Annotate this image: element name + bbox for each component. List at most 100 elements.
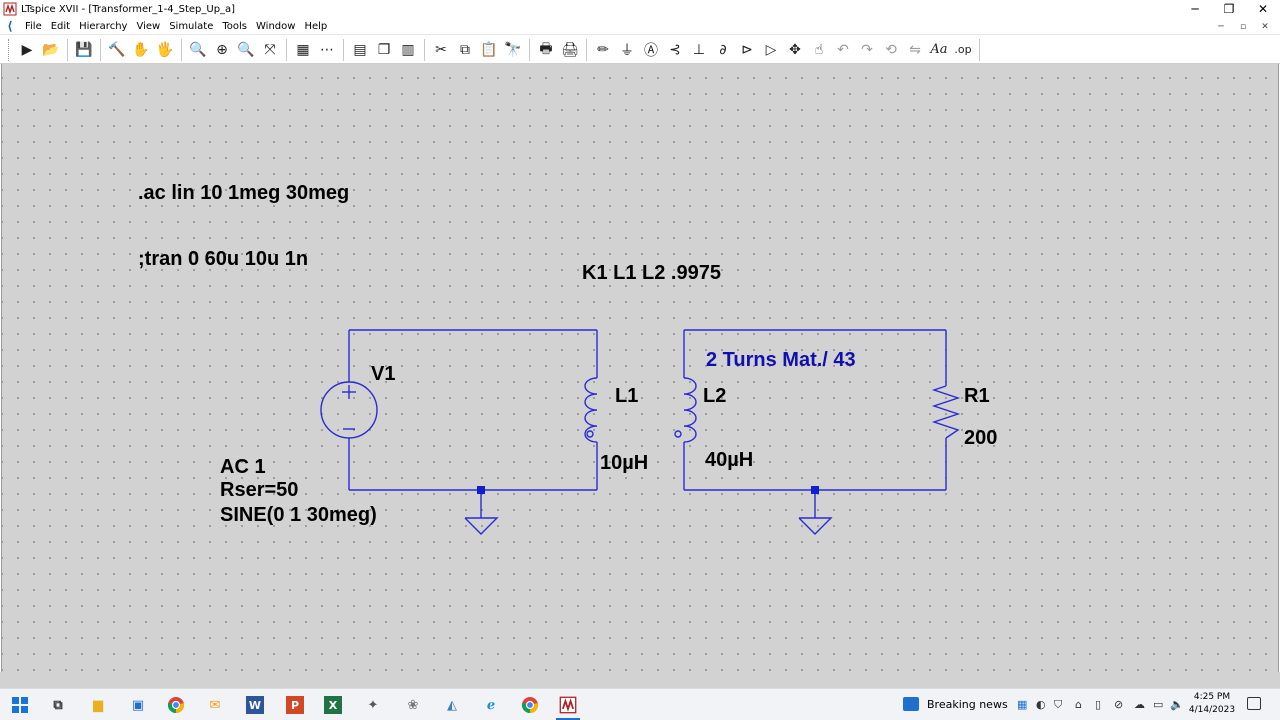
v1-ac-label[interactable]: AC 1 bbox=[220, 456, 266, 478]
tile-horizontal-icon[interactable]: ▤ bbox=[348, 38, 372, 62]
tray-app-icon[interactable]: ⌂ bbox=[1075, 698, 1082, 711]
l2-name-label[interactable]: L2 bbox=[703, 385, 726, 407]
app-icon-9[interactable]: ❀ bbox=[401, 693, 425, 717]
ground-icon[interactable]: ⏚ bbox=[615, 38, 639, 62]
move-icon[interactable]: ✥ bbox=[783, 38, 807, 62]
l2-value-label[interactable]: 40µH bbox=[705, 449, 753, 471]
rotate-icon[interactable]: ⟲ bbox=[879, 38, 903, 62]
app-icon-8[interactable]: ✦ bbox=[361, 693, 385, 717]
task-view-icon[interactable]: ⧉ bbox=[46, 693, 70, 717]
menu-file[interactable]: File bbox=[25, 21, 42, 32]
diode-icon[interactable]: ⊳ bbox=[735, 38, 759, 62]
menu-window[interactable]: Window bbox=[256, 21, 295, 32]
tray-app-icon[interactable]: ◐ bbox=[1036, 698, 1046, 711]
redo-icon[interactable]: ↷ bbox=[855, 38, 879, 62]
text-icon[interactable]: Aa bbox=[927, 38, 951, 62]
zoom-out-icon[interactable]: 🔍 bbox=[234, 38, 258, 62]
excel-icon[interactable]: X bbox=[324, 696, 342, 714]
halt-icon[interactable]: ✋ bbox=[129, 38, 153, 62]
l1-value-label[interactable]: 10µH bbox=[600, 452, 648, 474]
cut-icon[interactable]: ✂ bbox=[429, 38, 453, 62]
autorange-icon[interactable]: ▦ bbox=[291, 38, 315, 62]
tran-directive[interactable]: ;tran 0 60u 10u 1n bbox=[138, 248, 308, 270]
zoom-area-icon[interactable]: ⊕ bbox=[210, 38, 234, 62]
tile-vertical-icon[interactable]: ▥ bbox=[396, 38, 420, 62]
primary-wires[interactable] bbox=[348, 329, 598, 491]
zoom-in-icon[interactable]: 🔍 bbox=[186, 38, 210, 62]
ground-symbol-primary[interactable] bbox=[464, 490, 499, 535]
tray-network-icon[interactable]: ▭ bbox=[1153, 698, 1163, 711]
run-icon[interactable]: ▶ bbox=[15, 38, 39, 62]
news-widget[interactable]: Breaking news bbox=[927, 698, 1008, 711]
v1-name-label[interactable]: V1 bbox=[371, 363, 395, 385]
cascade-icon[interactable]: ❐ bbox=[372, 38, 396, 62]
outlook-icon[interactable]: ✉ bbox=[203, 693, 227, 717]
coupling-directive[interactable]: K1 L1 L2 .9975 bbox=[582, 262, 721, 284]
inductor-l1[interactable] bbox=[584, 377, 598, 443]
mdi-document-icon[interactable]: ⟨ bbox=[3, 19, 17, 33]
label-net-icon[interactable]: Ⓐ bbox=[639, 38, 663, 62]
resistor-r1[interactable] bbox=[931, 385, 961, 439]
r1-value-label[interactable]: 200 bbox=[964, 427, 997, 449]
l1-name-label[interactable]: L1 bbox=[615, 385, 638, 407]
component-icon[interactable]: ▷ bbox=[759, 38, 783, 62]
r1-name-label[interactable]: R1 bbox=[964, 385, 990, 407]
schematic-canvas[interactable]: .ac lin 10 1meg 30meg ;tran 0 60u 10u 1n… bbox=[1, 64, 1279, 672]
tray-app-icon[interactable]: ▦ bbox=[1017, 698, 1027, 711]
menu-hierarchy[interactable]: Hierarchy bbox=[79, 21, 127, 32]
ltspice-taskbar-icon[interactable] bbox=[556, 693, 580, 717]
app-icon-10[interactable]: ◭ bbox=[440, 693, 464, 717]
paste-icon[interactable]: 📋 bbox=[477, 38, 501, 62]
pan-icon[interactable]: 🖐 bbox=[153, 38, 177, 62]
undo-icon[interactable]: ↶ bbox=[831, 38, 855, 62]
toolbar-grip[interactable] bbox=[8, 38, 11, 61]
edge-icon[interactable]: ℯ bbox=[479, 693, 503, 717]
save-icon[interactable]: 💾 bbox=[72, 38, 96, 62]
menu-simulate[interactable]: Simulate bbox=[169, 21, 213, 32]
notification-icon[interactable] bbox=[1247, 697, 1261, 710]
windows-start-icon[interactable] bbox=[8, 693, 32, 717]
taskbar-clock[interactable]: 4:25 PM 4/14/2023 bbox=[1186, 691, 1238, 717]
powerpoint-icon[interactable]: P bbox=[286, 696, 304, 714]
open-icon[interactable]: 📂 bbox=[39, 38, 63, 62]
wire-icon[interactable]: ✏ bbox=[591, 38, 615, 62]
find-icon[interactable]: 🔭 bbox=[501, 38, 525, 62]
copy-icon[interactable]: ⧉ bbox=[453, 38, 477, 62]
voltage-source-v1[interactable] bbox=[320, 381, 378, 439]
menu-edit[interactable]: Edit bbox=[51, 21, 70, 32]
menu-view[interactable]: View bbox=[136, 21, 160, 32]
tray-cloud-icon[interactable]: ☁ bbox=[1134, 698, 1145, 711]
ground-symbol-secondary[interactable] bbox=[798, 490, 833, 535]
drag-icon[interactable]: ☝ bbox=[807, 38, 831, 62]
spice-directive-icon[interactable]: .op bbox=[951, 38, 975, 62]
resistor-icon[interactable]: ⊰ bbox=[663, 38, 687, 62]
menu-help[interactable]: Help bbox=[304, 21, 327, 32]
v1-sine-label[interactable]: SINE(0 1 30meg) bbox=[220, 504, 377, 526]
print-icon[interactable]: 🖨 bbox=[558, 38, 582, 62]
ac-directive[interactable]: .ac lin 10 1meg 30meg bbox=[138, 182, 349, 204]
capacitor-icon[interactable]: ⊥ bbox=[687, 38, 711, 62]
word-icon[interactable]: W bbox=[246, 696, 264, 714]
schematic-comment[interactable]: 2 Turns Mat./ 43 bbox=[706, 349, 856, 371]
close-button[interactable]: ✕ bbox=[1246, 0, 1280, 18]
tray-volume-icon[interactable]: 🔈 bbox=[1170, 698, 1184, 711]
tray-app-icon[interactable]: ⊘ bbox=[1114, 698, 1123, 711]
store-icon[interactable]: ▣ bbox=[126, 693, 150, 717]
mirror-icon[interactable]: ⇋ bbox=[903, 38, 927, 62]
v1-rser-label[interactable]: Rser=50 bbox=[220, 479, 298, 501]
inductor-icon[interactable]: ∂ bbox=[711, 38, 735, 62]
maximize-button[interactable]: ❐ bbox=[1212, 0, 1246, 18]
chrome-icon[interactable] bbox=[164, 693, 188, 717]
tray-shield-icon[interactable]: ⛉ bbox=[1054, 698, 1062, 712]
minimize-button[interactable]: ─ bbox=[1178, 0, 1212, 18]
mdi-restore-button[interactable]: ▫ bbox=[1232, 18, 1254, 35]
menu-tools[interactable]: Tools bbox=[222, 21, 247, 32]
chrome-2-icon[interactable] bbox=[518, 693, 542, 717]
file-explorer-icon[interactable]: ▆ bbox=[86, 693, 110, 717]
mdi-minimize-button[interactable]: ─ bbox=[1210, 18, 1232, 35]
print-preview-icon[interactable]: 🖶 bbox=[534, 38, 558, 62]
control-panel-icon[interactable]: 🔨 bbox=[105, 38, 129, 62]
grid-icon[interactable]: ⋯ bbox=[315, 38, 339, 62]
zoom-fit-icon[interactable]: ⤧ bbox=[258, 38, 282, 62]
news-icon[interactable] bbox=[903, 697, 919, 711]
